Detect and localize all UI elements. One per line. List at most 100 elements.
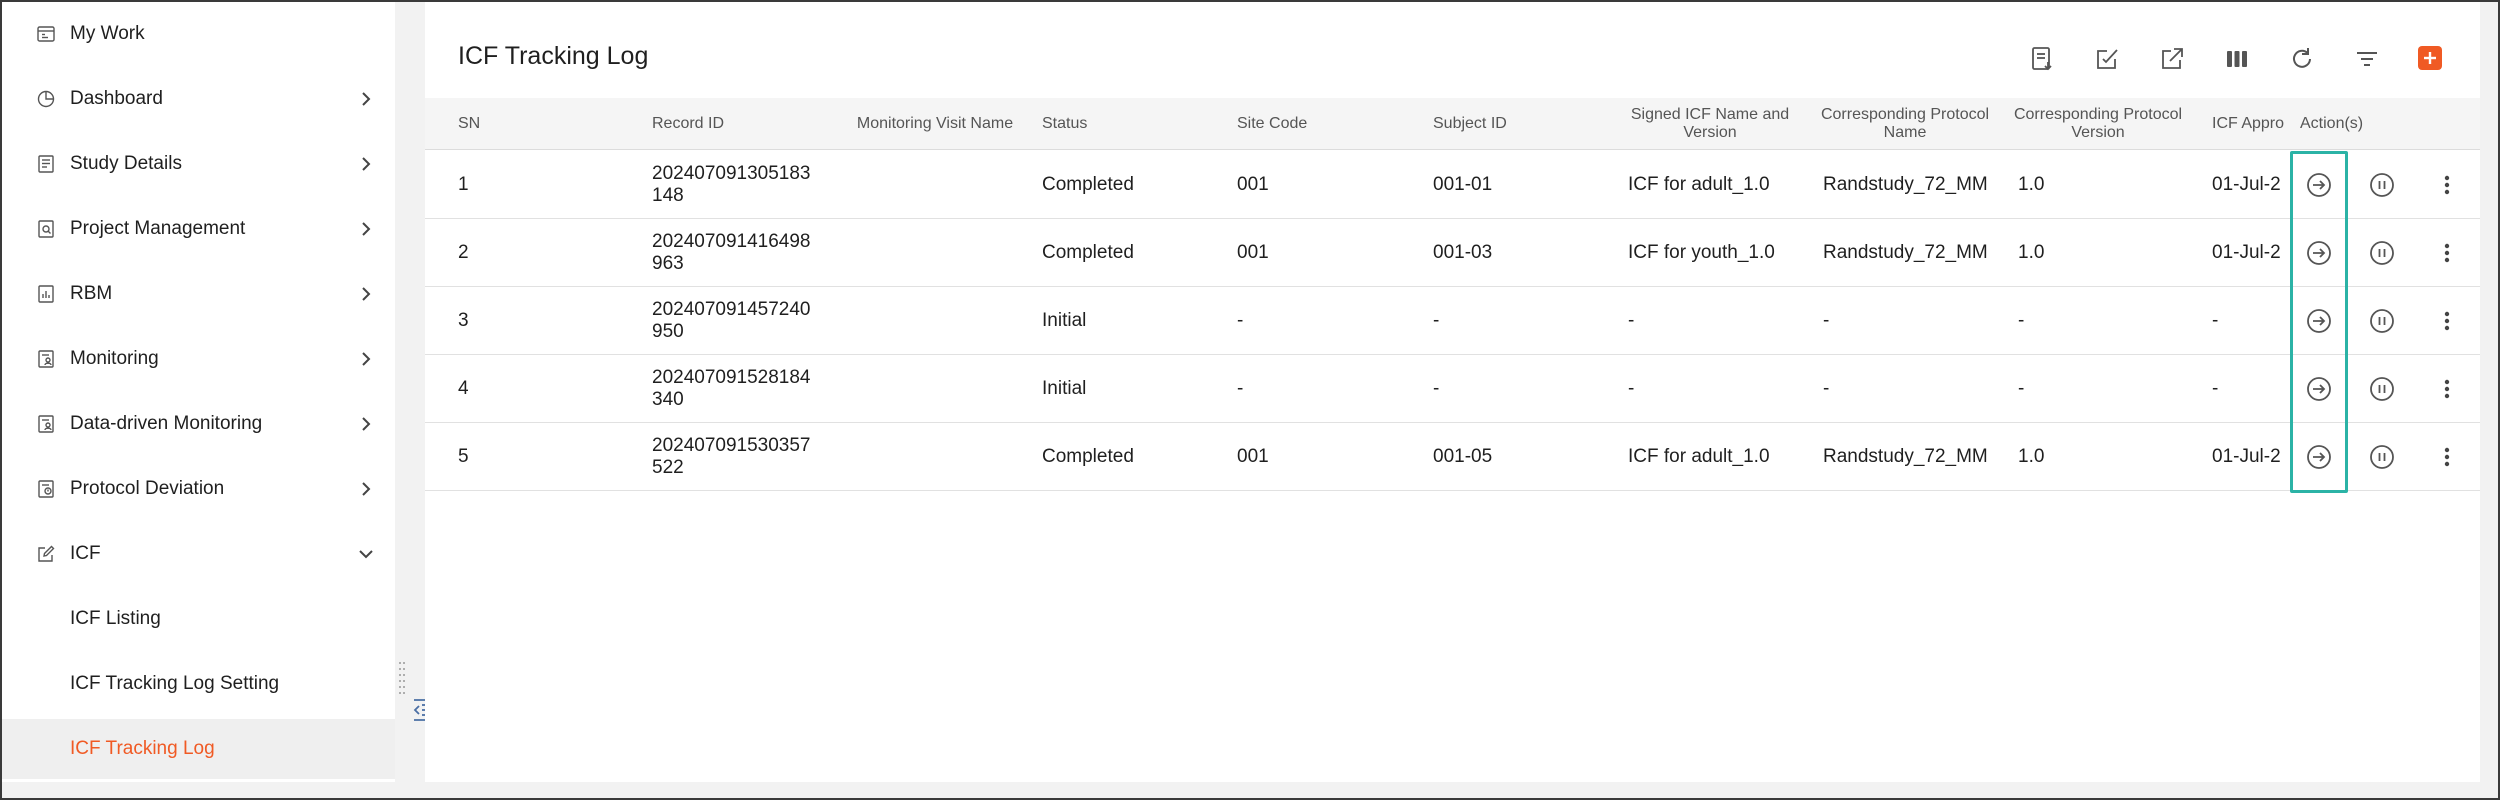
table-row: 1 202407091305183 148 Completed 001 001-… [425, 151, 2480, 219]
cell-signed-icf: - [1628, 310, 1635, 331]
cell-protocol-version: 1.0 [2018, 446, 2045, 467]
record-id-line: 963 [652, 253, 684, 274]
cell-visit-name [845, 355, 1025, 423]
sidebar-item-label: Data-driven Monitoring [70, 413, 263, 434]
more-vertical-icon [2444, 447, 2450, 467]
more-actions-button[interactable] [2432, 374, 2462, 404]
pause-button[interactable] [2367, 306, 2397, 336]
pause-circle-icon [2370, 241, 2394, 265]
column-header-monitoring-visit-name[interactable]: Monitoring Visit Name [845, 98, 1025, 150]
sidebar-item-monitoring[interactable]: Monitoring [2, 329, 395, 389]
column-header-icf-approval[interactable]: ICF Appro [2212, 98, 2292, 150]
sidebar-item-label: Protocol Deviation [70, 478, 225, 499]
more-actions-button[interactable] [2432, 442, 2462, 472]
sidebar-item-my-work[interactable]: My Work [2, 4, 395, 64]
sidebar-item-rbm[interactable]: RBM [2, 264, 395, 324]
cell-record-id: 202407091530357 522 [652, 423, 832, 491]
cell-protocol-name: - [1823, 310, 1830, 331]
document-list-icon [35, 153, 57, 175]
cell-signed-icf: - [1628, 378, 1635, 399]
cell-status: Completed [1042, 242, 1134, 263]
cell-icf-approval: 01-Jul-2 [2212, 174, 2281, 195]
table-row: 2 202407091416498 963 Completed 001 001-… [425, 219, 2480, 287]
sidebar-subitem-icf-listing[interactable]: ICF Listing [2, 589, 395, 649]
chevron-right-icon [362, 92, 371, 106]
more-actions-button[interactable] [2432, 238, 2462, 268]
sidebar-item-project-management[interactable]: Project Management [2, 199, 395, 259]
batch-edit-icon [2097, 49, 2118, 69]
cell-record-id: 202407091457240 950 [652, 287, 832, 355]
go-to-record-button[interactable] [2304, 374, 2334, 404]
cell-subject-id: - [1433, 310, 1440, 331]
sidebar-subitem-icf-tracking-log-setting[interactable]: ICF Tracking Log Setting [2, 654, 395, 714]
column-header-protocol-version[interactable]: Corresponding Protocol Version [2008, 98, 2188, 150]
column-header-sn[interactable]: SN [458, 98, 558, 150]
more-vertical-icon [2444, 175, 2450, 195]
cell-status: Initial [1042, 378, 1087, 399]
chart-pie-icon [35, 88, 57, 110]
record-id-line: 202407091530357 [652, 435, 811, 456]
sidebar-item-label: Project Management [70, 218, 246, 239]
record-id-line: 340 [652, 389, 684, 410]
column-header-record-id[interactable]: Record ID [652, 98, 832, 150]
add-button[interactable] [2418, 46, 2442, 70]
pause-button[interactable] [2367, 442, 2397, 472]
sidebar-item-icf[interactable]: ICF [2, 524, 395, 584]
sidebar-item-dashboard[interactable]: Dashboard [2, 69, 395, 129]
pause-button[interactable] [2367, 374, 2397, 404]
cell-site-code: 001 [1237, 174, 1269, 195]
open-external-button[interactable] [2155, 42, 2189, 76]
pause-button[interactable] [2367, 170, 2397, 200]
record-id-line: 202407091305183 [652, 163, 811, 184]
go-to-record-button[interactable] [2304, 170, 2334, 200]
calendar-icon [35, 23, 57, 45]
cell-icf-approval: - [2212, 378, 2219, 399]
bottom-gutter [2, 782, 2498, 798]
refresh-icon [2293, 48, 2311, 68]
column-header-protocol-name[interactable]: Corresponding Protocol Name [1820, 98, 1990, 150]
column-header-actions: Action(s) [2300, 115, 2364, 132]
cell-site-code: - [1237, 378, 1244, 399]
arrow-right-circle-icon [2307, 241, 2331, 265]
refresh-button[interactable] [2285, 42, 2319, 76]
cell-protocol-version: - [2018, 378, 2025, 399]
column-header-site-code[interactable]: Site Code [1237, 98, 1387, 150]
filter-button[interactable] [2350, 42, 2384, 76]
chevron-down-icon [359, 550, 373, 559]
cell-visit-name [845, 151, 1025, 219]
record-id-line: 522 [652, 457, 684, 478]
sidebar-item-study-details[interactable]: Study Details [2, 134, 395, 194]
edit-icon [35, 543, 57, 565]
batch-edit-button[interactable] [2090, 42, 2124, 76]
arrow-right-circle-icon [2307, 173, 2331, 197]
cell-icf-approval: 01-Jul-2 [2212, 242, 2281, 263]
column-header-signed-icf[interactable]: Signed ICF Name and Version [1610, 98, 1810, 150]
column-header-status[interactable]: Status [1042, 98, 1192, 150]
sidebar-item-label: ICF Tracking Log [70, 738, 215, 759]
more-vertical-icon [2444, 243, 2450, 263]
go-to-record-button[interactable] [2304, 238, 2334, 268]
columns-button[interactable] [2220, 42, 2254, 76]
cell-visit-name [845, 287, 1025, 355]
cell-sn: 5 [458, 446, 469, 467]
chevron-right-icon [362, 157, 371, 171]
resize-handle[interactable] [398, 660, 406, 702]
sidebar-item-data-driven-monitoring[interactable]: Data-driven Monitoring [2, 394, 395, 454]
cell-record-id: 202407091305183 148 [652, 151, 832, 219]
sidebar-item-label: Study Details [70, 153, 182, 174]
more-vertical-icon [2444, 311, 2450, 331]
column-header-subject-id[interactable]: Subject ID [1433, 98, 1583, 150]
cell-subject-id: 001-03 [1433, 242, 1493, 263]
cell-subject-id: 001-05 [1433, 446, 1493, 467]
sidebar-item-protocol-deviation[interactable]: Protocol Deviation [2, 459, 395, 519]
record-id-line: 950 [652, 321, 684, 342]
go-to-record-button[interactable] [2304, 442, 2334, 472]
table-header: SN Record ID Monitoring Visit Name Statu… [425, 98, 2480, 150]
chevron-right-icon [362, 222, 371, 236]
sidebar-subitem-icf-tracking-log[interactable]: ICF Tracking Log [2, 719, 395, 779]
go-to-record-button[interactable] [2304, 306, 2334, 336]
export-button[interactable] [2025, 42, 2059, 76]
more-actions-button[interactable] [2432, 306, 2462, 336]
pause-button[interactable] [2367, 238, 2397, 268]
more-actions-button[interactable] [2432, 170, 2462, 200]
